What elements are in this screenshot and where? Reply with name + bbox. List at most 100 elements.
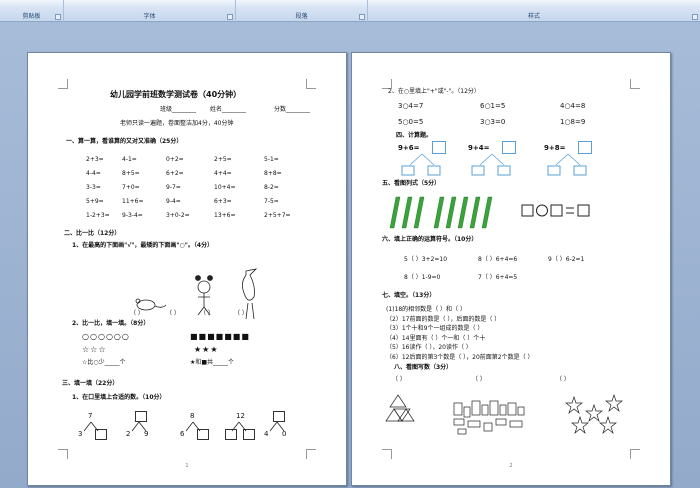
q2-heading: 2、在○里填上"+"或"-"。（12分） bbox=[388, 88, 480, 95]
calc-cell[interactable]: 13+6= bbox=[214, 213, 236, 219]
tree-top-number: 12 bbox=[236, 412, 245, 420]
answer-paren[interactable]: （ ） bbox=[234, 311, 248, 317]
calc-cell[interactable]: 6+3= bbox=[214, 199, 232, 205]
calc-cell[interactable]: 2+3= bbox=[86, 157, 104, 163]
mouse-figure bbox=[135, 298, 167, 311]
section-2-q2: 2、比一比，填一填。（8分） bbox=[72, 320, 150, 327]
triangles-figure bbox=[385, 394, 415, 422]
op-item[interactable]: 6○1=5 bbox=[480, 103, 505, 110]
document-canvas[interactable]: 幼儿园学前班数学测试卷（40分钟） 班级________ 姓名________ … bbox=[0, 22, 700, 488]
q7-item: （6）12后面的第3个数是（ ），20前面第2个数是（ ） bbox=[386, 353, 534, 361]
sticks-image bbox=[389, 196, 493, 229]
intro-text: 老师只读一遍题，卷面整洁加4分，40分钟 bbox=[120, 120, 234, 127]
answer-paren[interactable]: （ ） bbox=[166, 311, 180, 317]
calc-cell[interactable]: 5+9= bbox=[86, 199, 104, 205]
calc-cell[interactable]: 9-7= bbox=[166, 185, 181, 191]
fill-item[interactable]: 5（ ）3+2=10 bbox=[404, 257, 447, 263]
ribbon-label-font: 字体 bbox=[143, 13, 156, 20]
calc-cell[interactable]: 2+5= bbox=[214, 157, 232, 163]
name-field: 姓名________ bbox=[210, 106, 247, 113]
calc-cell[interactable]: 8+5= bbox=[122, 171, 140, 177]
stars-figure bbox=[565, 393, 623, 435]
answer-paren[interactable]: （ ） bbox=[472, 377, 486, 383]
q7-item: （2）17前面的数是（ ），后面的数是（ ） bbox=[386, 315, 501, 323]
answer-paren[interactable]: （ ） bbox=[392, 377, 406, 383]
answer-paren[interactable]: （ ） bbox=[200, 311, 214, 317]
calc-cell[interactable]: 3-3= bbox=[86, 185, 101, 191]
ribbon-group-font[interactable]: 字体 bbox=[64, 0, 236, 22]
op-item[interactable]: 4○4=8 bbox=[560, 103, 585, 110]
calc-cell[interactable]: 4-4= bbox=[86, 171, 101, 177]
calc-cell[interactable]: 4+4= bbox=[214, 171, 232, 177]
ribbon-group-clipboard[interactable]: 剪贴板 bbox=[0, 0, 64, 22]
ribbon-label-styles: 样式 bbox=[527, 13, 540, 20]
calc-cell[interactable]: 1-2+3= bbox=[86, 213, 110, 219]
answer-paren[interactable]: （ ） bbox=[556, 377, 570, 383]
q7-item: （4）14里面有（ ）个一和（ ）个十 bbox=[386, 334, 486, 342]
op-item[interactable]: 3○4=7 bbox=[398, 103, 423, 110]
calc-cell[interactable]: 8+8= bbox=[264, 171, 282, 177]
ribbon-group-paragraph[interactable]: 段落 bbox=[236, 0, 368, 22]
shape-pictures bbox=[385, 393, 623, 435]
page-number: 2 bbox=[509, 463, 513, 469]
stars-row: ☆☆☆ bbox=[82, 345, 107, 354]
calc-expression: 9+8= bbox=[544, 144, 566, 152]
dialog-launcher-icon[interactable] bbox=[359, 14, 365, 20]
page-number: 1 bbox=[185, 463, 189, 469]
document-page-1[interactable]: 幼儿园学前班数学测试卷（40分钟） 班级________ 姓名________ … bbox=[27, 52, 347, 486]
tree-branch bbox=[231, 421, 247, 432]
op-item[interactable]: 1○8=9 bbox=[560, 119, 585, 126]
ribbon-label-paragraph: 段落 bbox=[295, 13, 308, 20]
fill-item[interactable]: 7（ ）6+4=5 bbox=[478, 275, 517, 281]
calc-cell[interactable]: 0+2= bbox=[166, 157, 184, 163]
calc-cell[interactable]: 2+5+7= bbox=[264, 213, 291, 219]
ribbon-group-styles[interactable]: 样式 bbox=[368, 0, 700, 22]
fill-item[interactable]: 9（ ）6-2=1 bbox=[548, 257, 584, 263]
calc-cell[interactable]: 9-3-4= bbox=[122, 213, 143, 219]
section-8-heading: 八、看图写数（3分） bbox=[394, 364, 453, 371]
op-item[interactable]: 3○3=0 bbox=[480, 119, 505, 126]
section-2-heading: 二、比一比（12分） bbox=[64, 230, 121, 237]
section-7-heading: 七、填空。（13分） bbox=[382, 292, 436, 299]
calc-cell[interactable]: 4-1= bbox=[122, 157, 137, 163]
calc-cell[interactable]: 6+2= bbox=[166, 171, 184, 177]
calc-cell[interactable]: 3+0-2= bbox=[166, 213, 190, 219]
section-3-q1: 1、在口里填上合适的数。（10分） bbox=[72, 394, 166, 401]
dialog-launcher-icon[interactable] bbox=[227, 14, 233, 20]
calc-cell[interactable]: 8-2= bbox=[264, 185, 279, 191]
section-2-q1: 1、在最高的下面画"√"，最矮的下面画"○"。（4分） bbox=[72, 242, 214, 249]
calc-expression: 9+4= bbox=[468, 144, 490, 152]
fill-item[interactable]: 8（ ）1-9=0 bbox=[404, 275, 440, 281]
op-item[interactable]: 5○0=5 bbox=[398, 119, 423, 126]
split-tree bbox=[401, 153, 441, 176]
section-3-heading: 三、填一填（22分） bbox=[62, 380, 119, 387]
calc-cell[interactable]: 7-5= bbox=[264, 199, 279, 205]
class-field: 班级________ bbox=[160, 106, 197, 113]
dialog-launcher-icon[interactable] bbox=[692, 14, 698, 20]
calc-cell[interactable]: 5-1= bbox=[264, 157, 279, 163]
black-stars-row: ★★★ bbox=[194, 345, 219, 354]
split-tree bbox=[471, 153, 511, 176]
calc-cell[interactable]: 11+6= bbox=[122, 199, 144, 205]
circles-row: ○○○○○○ bbox=[82, 332, 130, 341]
ribbon: 剪贴板 字体 段落 样式 bbox=[0, 0, 700, 22]
blocks-figure bbox=[453, 400, 525, 435]
tree-branch bbox=[269, 421, 285, 432]
tree-top-number: 8 bbox=[190, 412, 195, 420]
section-1-heading: 一、算一算，看谁算的又对又准确（25分） bbox=[66, 138, 183, 145]
section-4-heading: 四、计算题。 bbox=[396, 132, 433, 139]
calc-cell[interactable]: 10+4= bbox=[214, 185, 236, 191]
dialog-launcher-icon[interactable] bbox=[55, 14, 61, 20]
calc-cell[interactable]: 7+0= bbox=[122, 185, 140, 191]
compare-text-2: ★和■共_____个 bbox=[190, 359, 235, 366]
equation-boxes bbox=[521, 204, 590, 217]
tree-branch bbox=[185, 421, 201, 432]
document-page-2[interactable]: 2、在○里填上"+"或"-"。（12分） 3○4=7 6○1=5 4○4=8 5○0=… bbox=[351, 52, 671, 486]
q7-item: （3）1个十和9个一组成的数是（ ） bbox=[386, 325, 484, 332]
answer-paren[interactable]: （ ） bbox=[130, 311, 144, 317]
section-5-heading: 五、看图列式（5分） bbox=[382, 180, 441, 187]
ribbon-label-clipboard: 剪贴板 bbox=[22, 13, 41, 20]
calc-cell[interactable]: 9-4= bbox=[166, 199, 181, 205]
fill-item[interactable]: 8（ ）6+4=6 bbox=[478, 257, 517, 263]
split-tree bbox=[547, 153, 587, 176]
